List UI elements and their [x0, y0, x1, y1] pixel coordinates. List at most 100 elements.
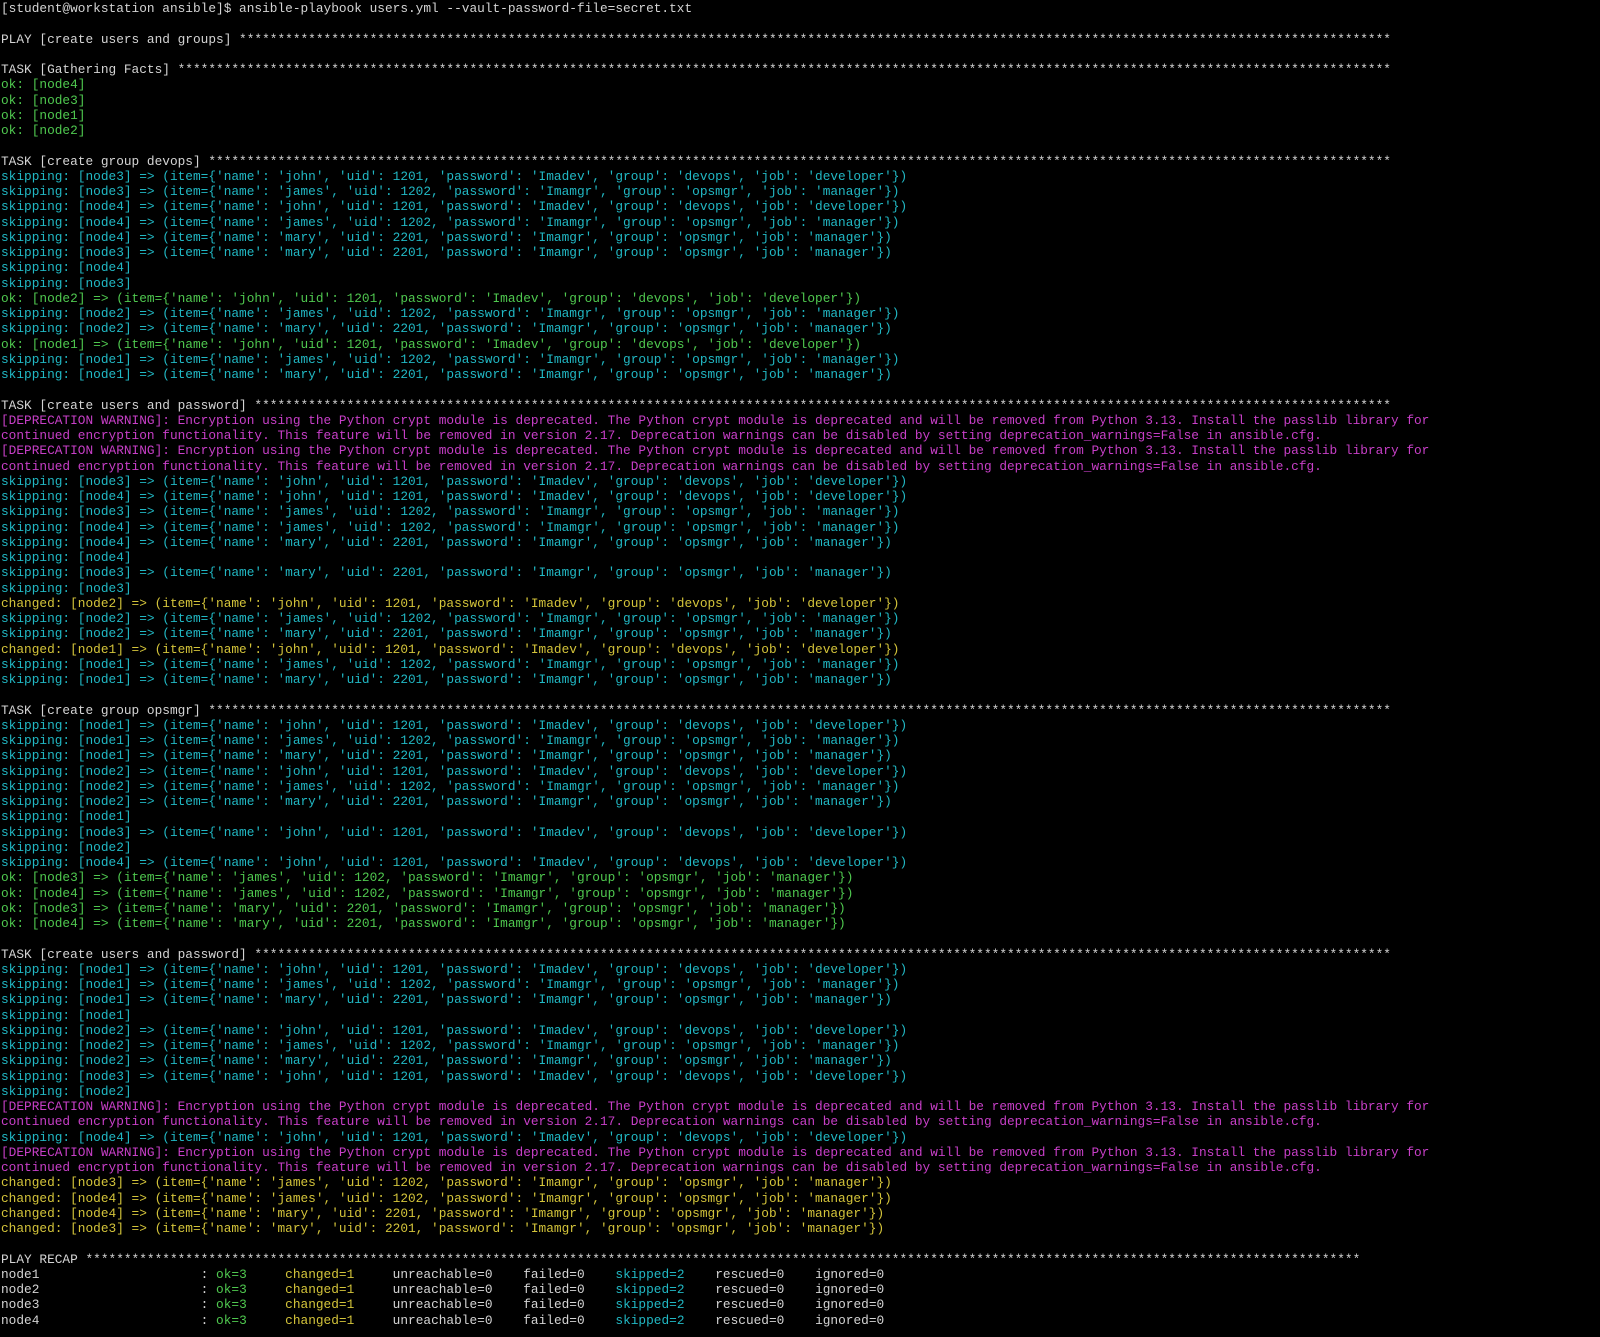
deprecation-warning-line: [DEPRECATION WARNING]: Encryption using …: [1, 412, 1430, 428]
skipping-result-line: skipping: [node3] => (item={'name': 'joh…: [1, 473, 908, 489]
skipping-result-line: skipping: [node3] => (item={'name': 'jam…: [1, 184, 900, 199]
recap-unreachable: unreachable=0: [392, 1266, 524, 1282]
recap-row: node1 : ok=3 changed=1 unreachable=0 fai…: [1, 1267, 1600, 1282]
skipping-result-line: skipping: [node3] => (item={'name': 'mar…: [1, 245, 892, 260]
recap-unreachable: unreachable=0: [392, 1282, 524, 1297]
deprecation-warning-line: continued encryption functionality. This…: [1, 458, 1322, 474]
recap-ok: ok=3: [216, 1266, 286, 1282]
skipping-result-line: skipping: [node2] => (item={'name': 'mar…: [1, 626, 892, 642]
section-header-line: PLAY RECAP *****************************…: [1, 1251, 1361, 1267]
recap-ok: ok=3: [216, 1312, 286, 1328]
recap-host: node1 :: [1, 1266, 217, 1282]
skipping-result-line: skipping: [node1] => (item={'name': 'mar…: [1, 992, 892, 1008]
ok-result-line: ok: [node3] => (item={'name': 'james', '…: [1, 870, 854, 886]
skipping-result-line: skipping: [node4] => (item={'name': 'joh…: [1, 1129, 908, 1145]
recap-rescued: rescued=0: [715, 1312, 816, 1328]
section-header-line: PLAY [create users and groups] *********…: [1, 31, 1391, 47]
recap-ok: ok=3: [216, 1297, 286, 1313]
skipping-result-line: skipping: [node4] => (item={'name': 'mar…: [1, 229, 892, 245]
deprecation-warning-line: [DEPRECATION WARNING]: Encryption using …: [1, 443, 1430, 459]
deprecation-warning-line: [DEPRECATION WARNING]: Encryption using …: [1, 1099, 1430, 1114]
skipping-result-line: skipping: [node4] => (item={'name': 'mar…: [1, 534, 892, 550]
skipping-result-line: skipping: [node2] => (item={'name': 'mar…: [1, 321, 892, 337]
recap-failed: failed=0: [523, 1266, 616, 1282]
recap-unreachable: unreachable=0: [392, 1297, 524, 1313]
skipping-result-line: skipping: [node3] => (item={'name': 'joh…: [1, 824, 908, 840]
recap-row: node3 : ok=3 changed=1 unreachable=0 fai…: [1, 1297, 1600, 1312]
recap-skipped: skipped=2: [615, 1282, 716, 1297]
ok-result-line: ok: [node4] => (item={'name': 'mary', 'u…: [1, 916, 846, 931]
recap-changed: changed=1: [285, 1266, 393, 1282]
skipping-result-line: skipping: [node4] => (item={'name': 'joh…: [1, 199, 908, 215]
terminal-output: [student@workstation ansible]$ ansible-p…: [1, 1, 1600, 1267]
recap-ignored: ignored=0: [815, 1282, 885, 1297]
recap-host: node3 :: [1, 1297, 217, 1313]
skipping-result-line: skipping: [node3] => (item={'name': 'joh…: [1, 168, 908, 184]
skipping-result-line: skipping: [node2] => (item={'name': 'jam…: [1, 1038, 900, 1053]
recap-unreachable: unreachable=0: [392, 1312, 524, 1328]
ok-result-line: ok: [node1] => (item={'name': 'john', 'u…: [1, 336, 862, 352]
skipping-result-line: skipping: [node1] => (item={'name': 'jam…: [1, 733, 900, 748]
skipping-result-line: skipping: [node2]: [1, 839, 132, 855]
recap-row: node4 : ok=3 changed=1 unreachable=0 fai…: [1, 1313, 1600, 1328]
ok-result-line: ok: [node3]: [1, 92, 86, 108]
recap-host: node4 :: [1, 1312, 217, 1328]
recap-rescued: rescued=0: [715, 1297, 816, 1313]
recap-failed: failed=0: [523, 1297, 616, 1313]
recap-rescued: rescued=0: [715, 1282, 816, 1297]
skipping-result-line: skipping: [node4] => (item={'name': 'joh…: [1, 855, 908, 870]
recap-failed: failed=0: [523, 1282, 616, 1297]
section-header-line: TASK [create users and password] *******…: [1, 397, 1391, 413]
skipping-result-line: skipping: [node1] => (item={'name': 'mar…: [1, 672, 892, 687]
skipping-result-line: skipping: [node3]: [1, 275, 132, 291]
skipping-result-line: skipping: [node1]: [1, 809, 132, 825]
recap-ignored: ignored=0: [815, 1266, 885, 1282]
skipping-result-line: skipping: [node4]: [1, 260, 132, 276]
deprecation-warning-line: [DEPRECATION WARNING]: Encryption using …: [1, 1144, 1430, 1160]
skipping-result-line: skipping: [node2] => (item={'name': 'jam…: [1, 611, 900, 626]
recap-changed: changed=1: [285, 1282, 393, 1297]
recap-host: node2 :: [1, 1282, 217, 1297]
skipping-result-line: skipping: [node1]: [1, 1007, 132, 1023]
play-recap-table: node1 : ok=3 changed=1 unreachable=0 fai…: [1, 1267, 1600, 1328]
skipping-result-line: skipping: [node3]: [1, 580, 132, 596]
changed-result-line: changed: [node3] => (item={'name': 'jame…: [1, 1175, 892, 1191]
changed-result-line: changed: [node2] => (item={'name': 'john…: [1, 595, 900, 611]
skipping-result-line: skipping: [node1] => (item={'name': 'mar…: [1, 367, 892, 382]
changed-result-line: changed: [node4] => (item={'name': 'jame…: [1, 1190, 892, 1206]
recap-skipped: skipped=2: [615, 1266, 716, 1282]
ok-result-line: ok: [node1]: [1, 107, 86, 123]
deprecation-warning-line: continued encryption functionality. This…: [1, 1160, 1322, 1175]
recap-ignored: ignored=0: [815, 1312, 885, 1328]
changed-result-line: changed: [node1] => (item={'name': 'john…: [1, 641, 900, 657]
skipping-result-line: skipping: [node1] => (item={'name': 'joh…: [1, 961, 908, 977]
changed-result-line: changed: [node3] => (item={'name': 'mary…: [1, 1221, 885, 1236]
recap-ok: ok=3: [216, 1282, 286, 1297]
skipping-result-line: skipping: [node4]: [1, 550, 132, 565]
skipping-result-line: skipping: [node4] => (item={'name': 'jam…: [1, 519, 900, 535]
ok-result-line: ok: [node3] => (item={'name': 'mary', 'u…: [1, 900, 846, 916]
recap-ignored: ignored=0: [815, 1297, 885, 1313]
recap-skipped: skipped=2: [615, 1297, 716, 1313]
command-prompt-line: [student@workstation ansible]$ ansible-p…: [1, 1, 693, 16]
section-header-line: TASK [Gathering Facts] *****************…: [1, 62, 1391, 77]
terminal-window[interactable]: [student@workstation ansible]$ ansible-p…: [0, 0, 1600, 1337]
recap-rescued: rescued=0: [715, 1266, 816, 1282]
skipping-result-line: skipping: [node4] => (item={'name': 'jam…: [1, 214, 900, 230]
skipping-result-line: skipping: [node2]: [1, 1083, 132, 1099]
skipping-result-line: skipping: [node2] => (item={'name': 'joh…: [1, 1022, 908, 1038]
ok-result-line: ok: [node4]: [1, 77, 86, 93]
skipping-result-line: skipping: [node1] => (item={'name': 'jam…: [1, 351, 900, 367]
recap-changed: changed=1: [285, 1312, 393, 1328]
skipping-result-line: skipping: [node4] => (item={'name': 'joh…: [1, 489, 908, 504]
skipping-result-line: skipping: [node3] => (item={'name': 'joh…: [1, 1068, 908, 1084]
changed-result-line: changed: [node4] => (item={'name': 'mary…: [1, 1205, 885, 1221]
recap-row: node2 : ok=3 changed=1 unreachable=0 fai…: [1, 1282, 1600, 1297]
skipping-result-line: skipping: [node2] => (item={'name': 'mar…: [1, 1053, 892, 1069]
skipping-result-line: skipping: [node2] => (item={'name': 'jam…: [1, 306, 900, 321]
